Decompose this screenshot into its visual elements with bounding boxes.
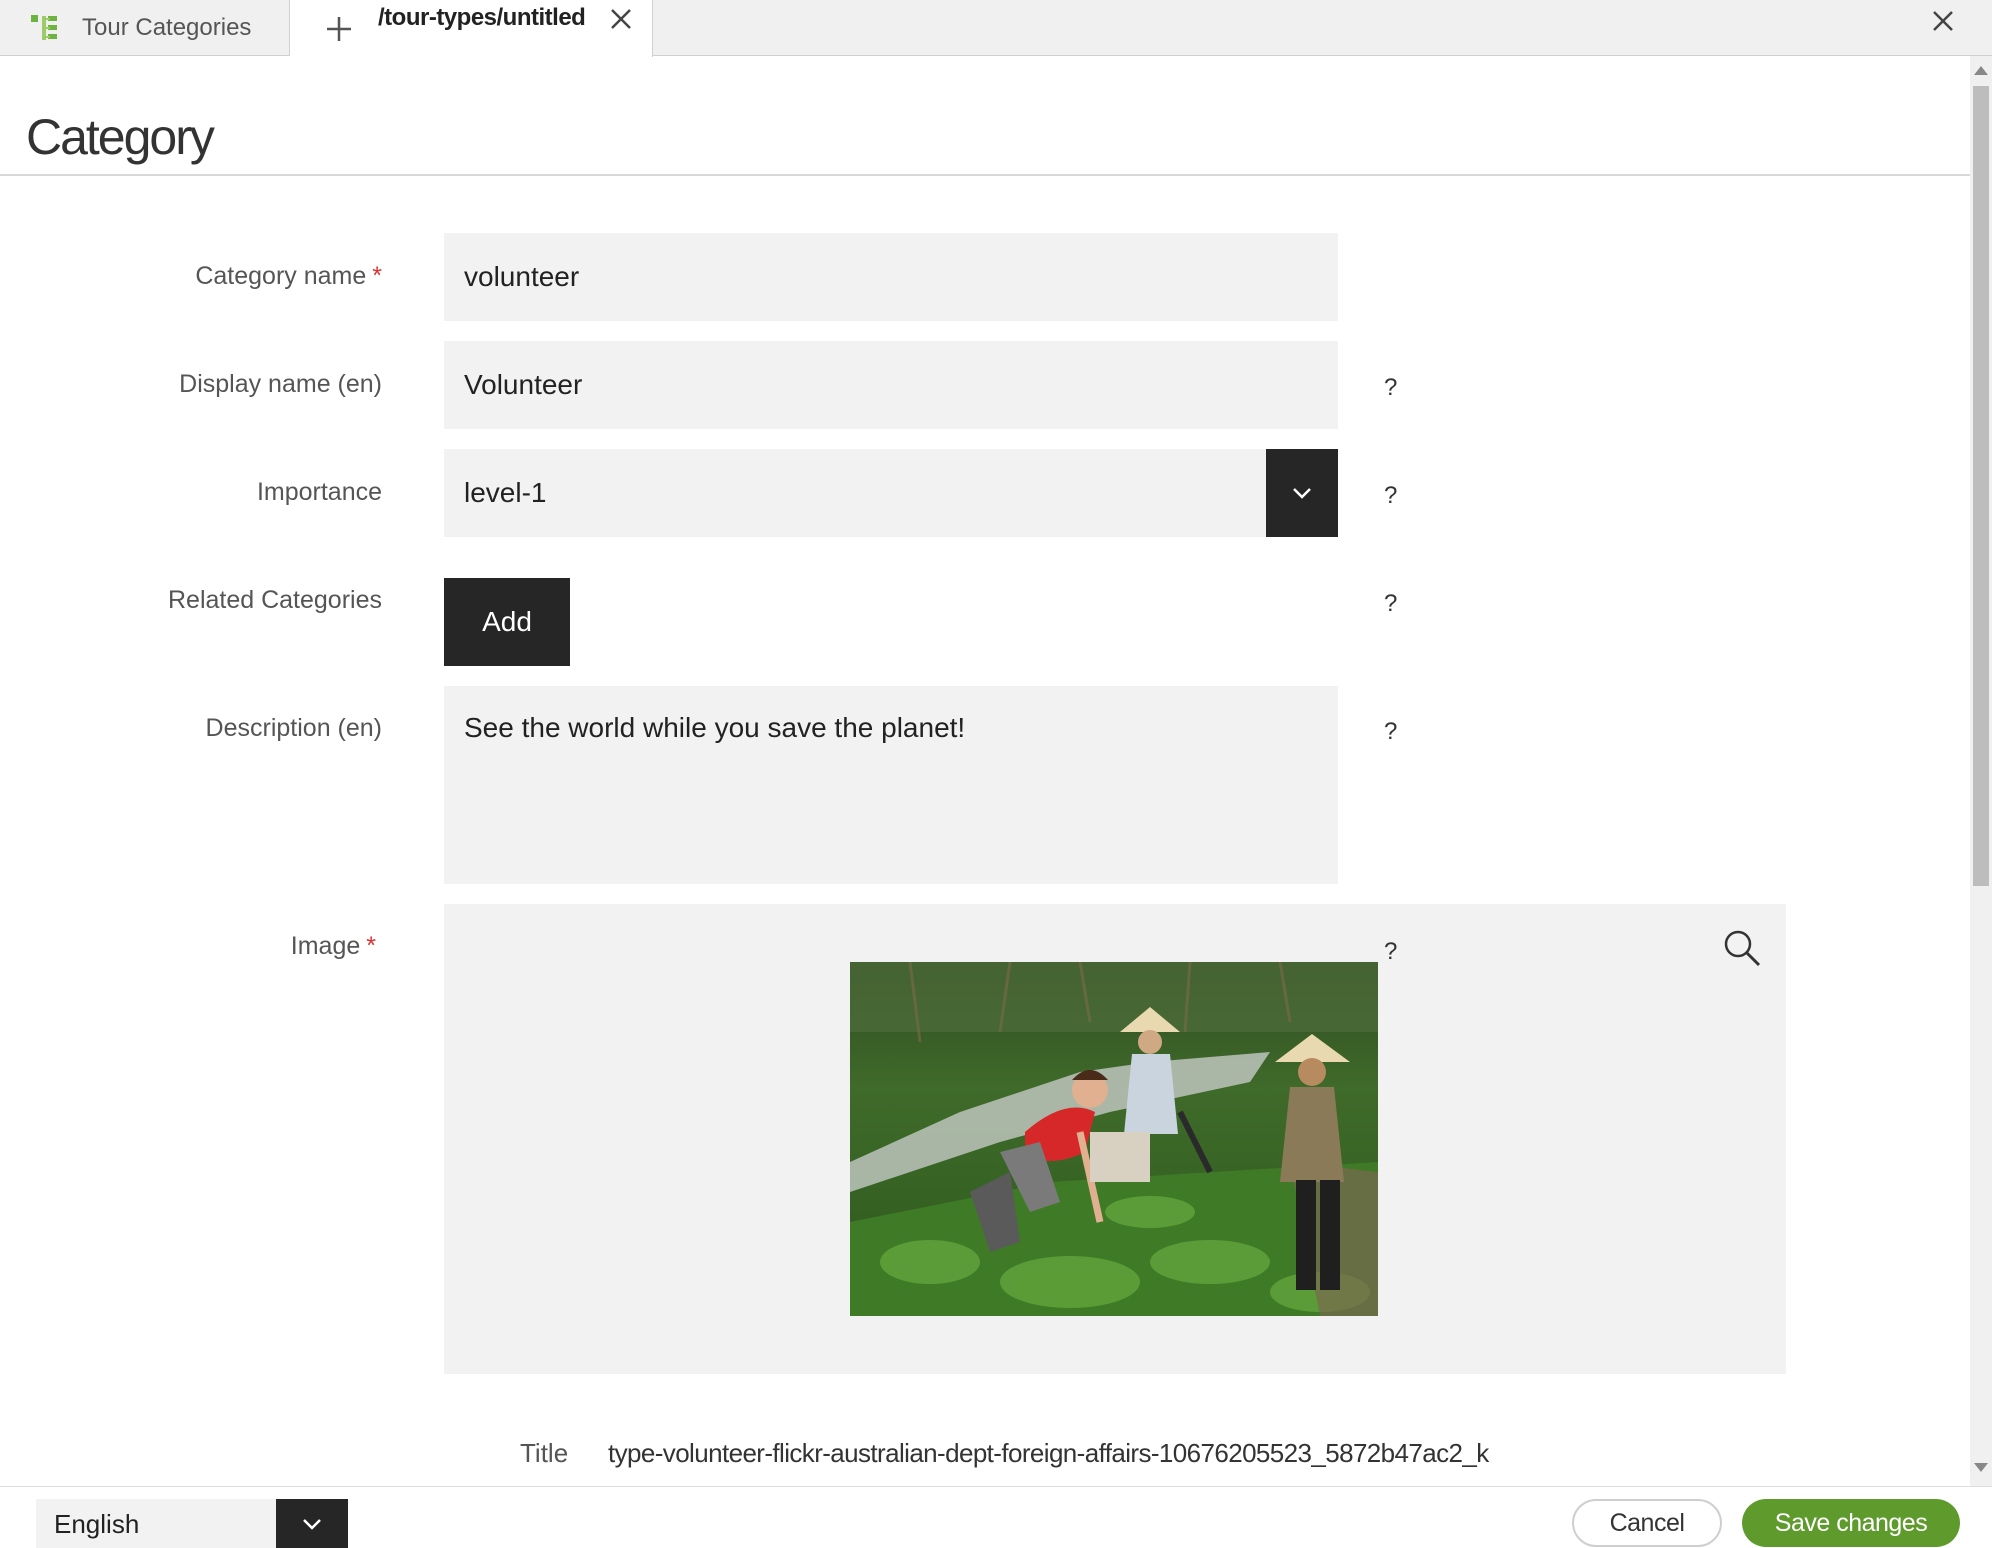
- close-icon[interactable]: [1932, 10, 1954, 32]
- plus-icon[interactable]: [326, 16, 352, 42]
- tab-bar: Tour Categories /tour-types/untitled: [0, 0, 1992, 57]
- label-text: Category name: [195, 262, 367, 290]
- chevron-down-icon: [1293, 488, 1311, 499]
- save-changes-button[interactable]: Save changes: [1742, 1499, 1960, 1547]
- tab-label: Tour Categories: [82, 14, 252, 41]
- editor-content[interactable]: Category Category name * volunteer Displa…: [0, 56, 1970, 1486]
- input-value: volunteer: [464, 261, 580, 292]
- importance-select[interactable]: level-1: [444, 449, 1338, 537]
- textarea-value: See the world while you save the planet!: [464, 712, 966, 743]
- footer-bar: English Cancel Save changes: [0, 1486, 1992, 1548]
- image-field[interactable]: [444, 904, 1786, 1374]
- tab-untitled[interactable]: /tour-types/untitled: [290, 0, 653, 57]
- dropdown-button[interactable]: [276, 1499, 348, 1548]
- tab-tour-categories[interactable]: Tour Categories: [0, 0, 290, 56]
- category-name-label: Category name *: [195, 262, 382, 291]
- help-icon[interactable]: ?: [1384, 374, 1397, 402]
- display-name-input[interactable]: Volunteer: [444, 341, 1338, 429]
- select-value: English: [54, 1509, 140, 1539]
- image-preview[interactable]: [850, 962, 1378, 1316]
- label-text: Image: [290, 932, 361, 960]
- help-icon[interactable]: ?: [1384, 718, 1397, 746]
- app-window: Tour Categories /tour-types/untitled Cat…: [0, 0, 1992, 1548]
- display-name-label: Display name (en): [179, 370, 382, 398]
- tab-label: /tour-types/untitled: [378, 4, 586, 31]
- add-related-category-button[interactable]: Add: [444, 578, 570, 666]
- dropdown-button[interactable]: [1266, 449, 1338, 537]
- category-name-input[interactable]: volunteer: [444, 233, 1338, 321]
- language-select[interactable]: English: [36, 1499, 348, 1548]
- cancel-button[interactable]: Cancel: [1572, 1499, 1722, 1547]
- scroll-down-icon[interactable]: [1974, 1463, 1988, 1472]
- image-label: Image *: [291, 932, 376, 961]
- image-title-label: Title: [520, 1438, 569, 1468]
- importance-label: Importance: [256, 478, 382, 506]
- scroll-up-icon[interactable]: [1974, 66, 1988, 75]
- required-marker: *: [366, 932, 376, 960]
- page-title: Category: [26, 109, 215, 165]
- chevron-down-icon: [303, 1519, 321, 1530]
- select-value: level-1: [464, 477, 547, 508]
- description-label: Description (en): [205, 714, 382, 742]
- zoom-icon[interactable]: [1722, 928, 1762, 968]
- image-title-value: type-volunteer-flickr-australian-dept-fo…: [608, 1438, 1489, 1468]
- volunteer-photo: [850, 962, 1378, 1316]
- vertical-scrollbar[interactable]: [1970, 56, 1992, 1486]
- input-value: Volunteer: [464, 369, 583, 400]
- related-categories-label: Related Categories: [167, 586, 382, 614]
- divider: [0, 174, 1970, 176]
- help-icon[interactable]: ?: [1384, 482, 1397, 510]
- close-icon[interactable]: [610, 8, 632, 30]
- tree-icon: [31, 15, 57, 40]
- help-icon[interactable]: ?: [1384, 938, 1397, 966]
- description-textarea[interactable]: See the world while you save the planet!: [444, 686, 1338, 884]
- help-icon[interactable]: ?: [1384, 590, 1397, 618]
- scroll-thumb[interactable]: [1973, 86, 1989, 886]
- required-marker: *: [372, 262, 382, 290]
